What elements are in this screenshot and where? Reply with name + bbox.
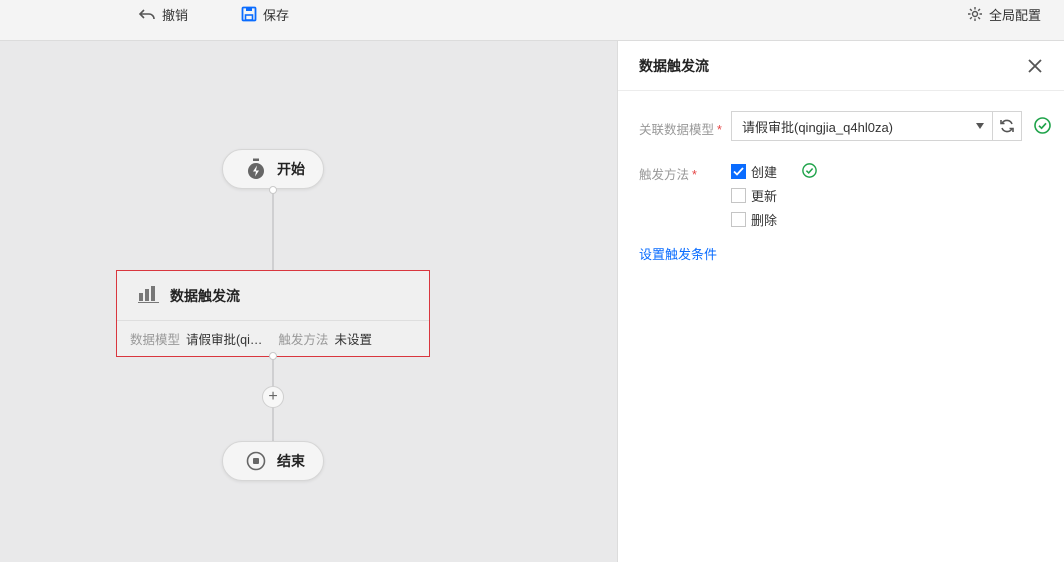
undo-icon (138, 7, 156, 21)
node-method-key: 触发方法 (278, 333, 329, 347)
checkbox-unchecked-icon[interactable] (731, 212, 746, 227)
close-icon[interactable] (1026, 57, 1044, 75)
checkbox-delete[interactable]: 删除 (731, 210, 777, 229)
refresh-button[interactable] (992, 111, 1022, 141)
chevron-down-icon (976, 123, 984, 129)
plus-icon: + (268, 388, 278, 405)
method-field-label: 触发方法 * (639, 164, 697, 183)
end-label: 结束 (277, 453, 305, 469)
save-icon (241, 6, 257, 22)
model-label-text: 关联数据模型 (639, 123, 715, 137)
end-node[interactable]: 结束 (222, 441, 324, 481)
panel-title: 数据触发流 (639, 57, 709, 74)
connector-dot[interactable] (269, 186, 277, 194)
save-button[interactable]: 保存 (241, 0, 289, 28)
global-config-label: 全局配置 (989, 7, 1042, 23)
bar-chart-icon (138, 285, 160, 306)
node-header: 数据触发流 (117, 271, 429, 321)
refresh-icon (1000, 119, 1014, 133)
node-model-value: 请假审批(qi… (186, 333, 263, 347)
stop-circle-icon (245, 450, 267, 472)
add-node-button[interactable]: + (262, 386, 284, 408)
node-summary: 数据模型 请假审批(qi… 触发方法 未设置 (117, 321, 429, 356)
node-model-key: 数据模型 (130, 333, 181, 347)
stopwatch-icon (245, 158, 267, 180)
checkbox-create[interactable]: 创建 (731, 162, 777, 181)
checkbox-update[interactable]: 更新 (731, 186, 777, 205)
required-mark: * (692, 168, 697, 182)
data-trigger-node[interactable]: 数据触发流 数据模型 请假审批(qi… 触发方法 未设置 (116, 270, 430, 357)
gear-icon (967, 6, 983, 22)
check-circle-icon (1034, 117, 1051, 134)
data-model-select[interactable]: 请假审批(qingjia_q4hl0za) (731, 111, 993, 141)
flow-canvas[interactable]: 开始 数据触发流 数据模型 请假审批(qi… 触发方法 未设置 + 结束 (0, 41, 617, 562)
checkbox-label: 删除 (751, 213, 778, 228)
model-field-label: 关联数据模型 * (639, 119, 722, 138)
start-label: 开始 (277, 161, 305, 177)
global-config-button[interactable]: 全局配置 (967, 0, 1041, 28)
start-node[interactable]: 开始 (222, 149, 324, 189)
undo-label: 撤销 (162, 7, 189, 23)
set-trigger-condition-link[interactable]: 设置触发条件 (639, 244, 717, 263)
node-method-value: 未设置 (334, 333, 372, 347)
required-mark: * (717, 123, 722, 137)
toolbar: 撤销 保存 全局配置 (0, 0, 1064, 41)
connector-line (272, 189, 274, 271)
checkbox-unchecked-icon[interactable] (731, 188, 746, 203)
method-label-text: 触发方法 (639, 168, 690, 182)
checkbox-label: 创建 (751, 165, 778, 180)
node-title: 数据触发流 (170, 287, 240, 304)
properties-panel: 数据触发流 关联数据模型 * 请假审批(qingjia_q4hl0za) 触发方法… (617, 41, 1064, 562)
checkbox-label: 更新 (751, 189, 778, 204)
connector-dot[interactable] (269, 352, 277, 360)
check-circle-icon (802, 163, 817, 178)
undo-button[interactable]: 撤销 (138, 0, 188, 28)
data-model-value: 请假审批(qingjia_q4hl0za) (742, 119, 894, 135)
checkbox-checked-icon[interactable] (731, 164, 746, 179)
save-label: 保存 (263, 7, 290, 23)
panel-header: 数据触发流 (618, 41, 1064, 91)
